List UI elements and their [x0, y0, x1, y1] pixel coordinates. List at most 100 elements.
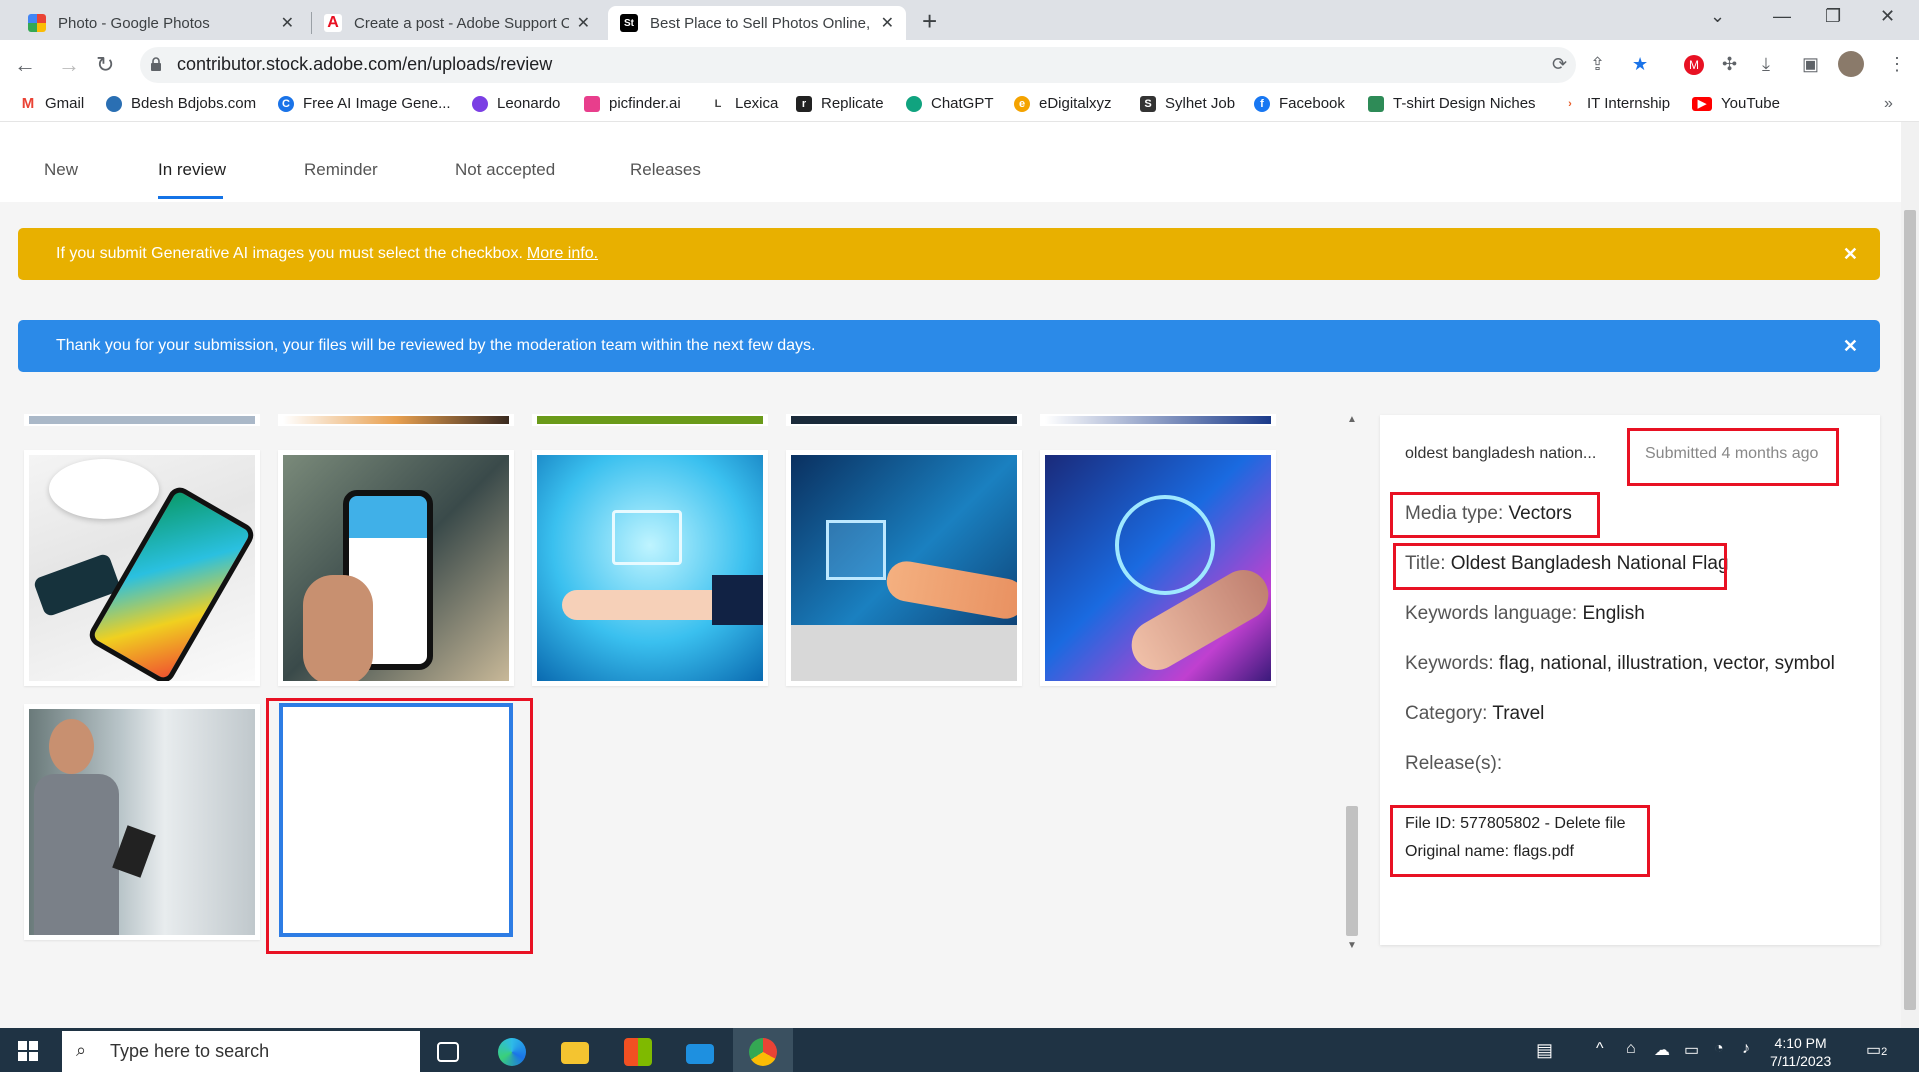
thumbnail-partial[interactable] — [532, 414, 768, 426]
battery-icon[interactable]: ▭ — [1684, 1040, 1699, 1060]
active-tab-underline — [158, 196, 223, 199]
grid-scrollbar[interactable]: ▲ ▼ — [1343, 414, 1361, 954]
bookmark-bdjobs[interactable]: Bdesh Bdjobs.com — [106, 95, 256, 112]
close-tab-icon[interactable]: ✕ — [281, 13, 294, 33]
bookmark-facebook[interactable]: f Facebook — [1254, 95, 1345, 112]
bookmark-star-icon[interactable]: ★ — [1632, 54, 1648, 75]
lock-icon — [151, 57, 161, 71]
keywords-row: Keywords: flag, national, illustration, … — [1405, 653, 1835, 674]
close-tab-icon[interactable]: ✕ — [881, 13, 894, 33]
bookmark-replicate[interactable]: r Replicate — [796, 95, 884, 112]
notification-icon[interactable]: ▭2 — [1866, 1040, 1887, 1060]
extensions-puzzle-icon[interactable]: ✣ — [1722, 54, 1737, 75]
lexica-icon: L — [710, 95, 726, 112]
scroll-down-icon[interactable]: ▼ — [1347, 940, 1357, 951]
page-scroll-thumb[interactable] — [1904, 210, 1916, 1010]
taskbar-search-box[interactable]: Type here to search — [62, 1031, 420, 1072]
wifi-icon[interactable]: ◔ — [1714, 1040, 1724, 1058]
releases-row: Release(s): — [1405, 753, 1503, 774]
bookmark-sylhet-job[interactable]: S Sylhet Job — [1140, 95, 1235, 112]
submission-thanks-text: Thank you for your submission, your file… — [56, 337, 816, 354]
gmail-icon: M — [20, 95, 36, 112]
bookmark-gmail[interactable]: M Gmail — [20, 95, 84, 112]
volume-icon[interactable]: ♪ — [1742, 1040, 1750, 1058]
microsoft-store-icon[interactable] — [624, 1038, 652, 1066]
extension-m-icon[interactable]: M — [1684, 55, 1704, 75]
submitted-highlight — [1627, 428, 1839, 486]
generative-ai-banner: If you submit Generative AI images you m… — [18, 228, 1880, 280]
scroll-up-icon[interactable]: ▲ — [1347, 414, 1357, 425]
onedrive-icon[interactable]: ☁ — [1654, 1040, 1670, 1060]
tab-not-accepted[interactable]: Not accepted — [455, 160, 555, 180]
thumbnail-partial[interactable] — [786, 414, 1022, 426]
submission-thanks-banner: Thank you for your submission, your file… — [18, 320, 1880, 372]
file-explorer-icon[interactable] — [561, 1042, 589, 1064]
task-view-icon[interactable] — [437, 1042, 459, 1062]
close-window-icon[interactable]: ✕ — [1880, 6, 1895, 27]
thumbnail-digital-analytics[interactable] — [786, 450, 1022, 686]
reload-icon[interactable]: ↻ — [96, 52, 114, 78]
youtube-icon: ▶ — [1692, 96, 1712, 111]
browser-tab-adobe-stock[interactable]: St Best Place to Sell Photos Online, ✕ — [608, 6, 906, 40]
system-clock[interactable]: 4:10 PM 7/11/2023 — [1770, 1034, 1831, 1070]
thumbnail-partial[interactable] — [1040, 414, 1276, 426]
bookmark-tshirt[interactable]: T-shirt Design Niches — [1368, 95, 1536, 112]
bookmark-it-internship[interactable]: › IT Internship — [1562, 95, 1670, 112]
browser-tab-google-photos[interactable]: Photo - Google Photos ✕ — [16, 6, 306, 40]
download-icon[interactable]: ⤓ — [1762, 54, 1770, 75]
bookmark-picfinder[interactable]: picfinder.ai — [584, 95, 681, 112]
thumbnail-businessman-tablet[interactable] — [24, 704, 260, 940]
thumbnail-futuristic-hand[interactable] — [1040, 450, 1276, 686]
close-banner-icon[interactable]: ✕ — [1843, 244, 1858, 265]
facebook-icon: f — [1254, 95, 1270, 112]
mail-icon[interactable] — [686, 1044, 714, 1064]
thumbnail-hand-holding-phone[interactable] — [278, 450, 514, 686]
more-bookmarks-icon[interactable]: » — [1884, 95, 1893, 113]
widgets-icon[interactable]: ▤ — [1536, 1040, 1553, 1061]
windows-start-icon[interactable] — [18, 1041, 38, 1061]
bookmark-free-ai-image[interactable]: C Free AI Image Gene... — [278, 95, 451, 112]
browser-tab-adobe-support[interactable]: A Create a post - Adobe Support C ✕ — [312, 6, 602, 40]
thumbnail-hand-holding-screen[interactable] — [532, 450, 768, 686]
bookmark-chatgpt[interactable]: ChatGPT — [906, 95, 994, 112]
thumbnail-phone-on-desk[interactable] — [24, 450, 260, 686]
title-highlight — [1393, 543, 1727, 590]
thumbnail-partial[interactable] — [278, 414, 514, 426]
bookmark-youtube[interactable]: ▶ YouTube — [1692, 95, 1780, 112]
forward-icon[interactable]: → — [58, 52, 80, 78]
back-icon[interactable]: ← — [14, 52, 36, 78]
tab-in-review[interactable]: In review — [158, 160, 226, 180]
bookmark-leonardo[interactable]: Leonardo — [472, 95, 560, 112]
sylhetjob-icon: S — [1140, 95, 1156, 112]
internship-icon: › — [1562, 95, 1578, 112]
url-text[interactable]: contributor.stock.adobe.com/en/uploads/r… — [177, 54, 552, 75]
menu-dots-icon[interactable]: ⋮ — [1888, 54, 1906, 75]
share-icon[interactable]: ⇪ — [1590, 54, 1605, 75]
ai-image-icon: C — [278, 95, 294, 112]
side-panel-icon[interactable]: ▣ — [1802, 54, 1819, 75]
tab-reminder[interactable]: Reminder — [304, 160, 378, 180]
grid-scroll-thumb[interactable] — [1346, 806, 1358, 936]
tab-new[interactable]: New — [44, 160, 78, 180]
show-hidden-icons[interactable]: ^ — [1596, 1040, 1604, 1058]
tab-releases[interactable]: Releases — [630, 160, 701, 180]
new-tab-icon[interactable]: + — [922, 6, 937, 36]
tshirt-icon — [1368, 95, 1384, 112]
close-tab-icon[interactable]: ✕ — [577, 13, 590, 33]
media-type-highlight — [1390, 492, 1600, 538]
bookmark-lexica[interactable]: L Lexica — [710, 95, 778, 112]
meet-now-icon[interactable]: ⌂ — [1626, 1040, 1636, 1058]
bookmark-edigitalxyz[interactable]: e eDigitalxyz — [1014, 95, 1112, 112]
maximize-icon[interactable]: ❐ — [1825, 6, 1841, 27]
tab-search-chevron-icon[interactable]: ⌄ — [1710, 6, 1725, 27]
more-info-link[interactable]: More info. — [527, 245, 598, 263]
minimize-icon[interactable]: — — [1773, 6, 1791, 27]
chrome-icon[interactable] — [749, 1038, 777, 1066]
edge-icon[interactable] — [498, 1038, 526, 1066]
close-banner-icon[interactable]: ✕ — [1843, 336, 1858, 357]
profile-avatar[interactable] — [1838, 51, 1864, 77]
thumbnail-partial[interactable] — [24, 414, 260, 426]
replicate-icon: r — [796, 95, 812, 112]
translate-icon[interactable]: ⟳ — [1552, 54, 1567, 75]
upload-status-tabs — [0, 122, 1901, 202]
